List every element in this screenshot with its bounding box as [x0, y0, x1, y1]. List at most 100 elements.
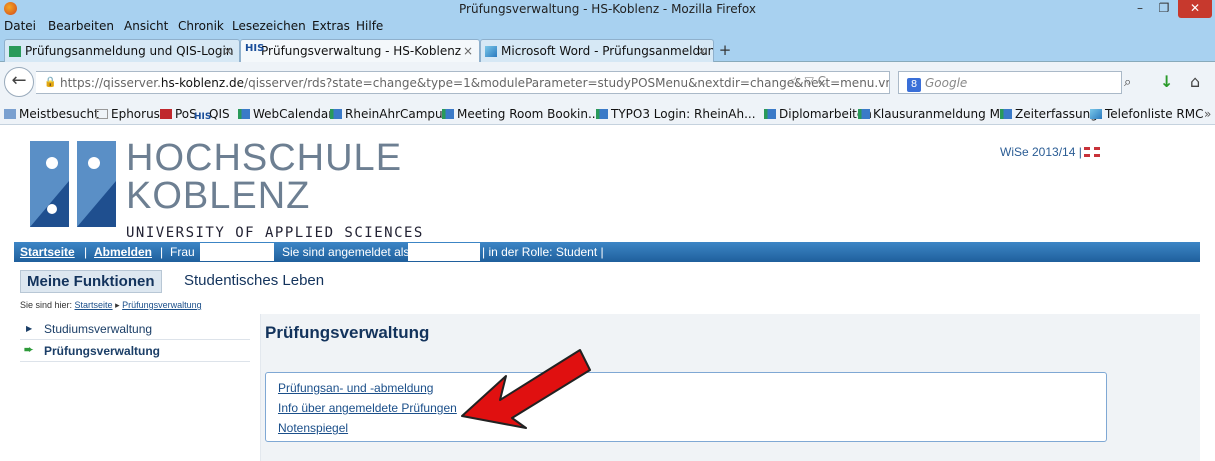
window-title: Prüfungsverwaltung - HS-Koblenz - Mozill…	[459, 2, 756, 16]
bookmark-label: RheinAhrCampus	[345, 107, 449, 121]
role-label: | in der Rolle: Student |	[482, 245, 604, 259]
nav-item-label: Prüfungsverwaltung	[44, 344, 161, 358]
breadcrumb: Sie sind hier: Startseite ▸ Prüfungsverw…	[20, 300, 202, 311]
bookmark-meistbesucht[interactable]: Meistbesucht	[4, 107, 99, 121]
bookmark-icon	[442, 109, 454, 119]
bookmark-star-icon[interactable]: ☆	[790, 74, 801, 88]
nav-item-pruefungsverwaltung[interactable]: ➨ Prüfungsverwaltung	[20, 340, 250, 362]
bookmark-label: TYPO3 Login: RheinAh...	[611, 107, 756, 121]
tab-pruefungsverwaltung[interactable]: HIS Prüfungsverwaltung - HS-Koblenz ×	[240, 39, 480, 62]
url-prefix: https://qisserver.	[60, 76, 161, 90]
bookmark-webcalendar[interactable]: WebCalendar	[238, 107, 333, 121]
menu-chronik[interactable]: Chronik	[178, 19, 224, 33]
tab-word[interactable]: Microsoft Word - Prüfungsanmeldun... ×	[480, 39, 714, 62]
new-tab-button[interactable]: +	[714, 41, 736, 61]
page-content: HOCHSCHULE KOBLENZ UNIVERSITY OF APPLIED…	[0, 126, 1215, 461]
search-placeholder: Google	[925, 76, 968, 90]
his-icon: HIS	[194, 112, 212, 122]
tab-meine-funktionen[interactable]: Meine Funktionen	[20, 270, 162, 293]
uk-flag-icon[interactable]	[1083, 147, 1100, 157]
url-bar[interactable]: 🔒 https://qisserver.hs-koblenz.de/qisser…	[36, 71, 890, 94]
bookmark-pos[interactable]: PoS	[160, 107, 197, 121]
breadcrumb-home-link[interactable]: Startseite	[75, 300, 113, 310]
tab-close-icon[interactable]: ×	[223, 44, 233, 58]
breadcrumb-arrow-icon: ▸	[115, 300, 120, 310]
bookmark-label: Meeting Room Bookin...	[457, 107, 600, 121]
dropdown-icon[interactable]: ▽	[805, 74, 814, 88]
salutation-label: Frau	[170, 245, 195, 259]
bookmarks-overflow-icon[interactable]: »	[1204, 107, 1211, 121]
bookmark-zeiterfassung[interactable]: Zeiterfassung	[1000, 107, 1098, 121]
link-pruefungsan-abmeldung[interactable]: Prüfungsan- und -abmeldung	[278, 381, 433, 395]
bookmark-label: QIS	[209, 107, 230, 121]
bookmark-rheinahrcampus[interactable]: RheinAhrCampus	[330, 107, 449, 121]
home-link[interactable]: Startseite	[20, 245, 75, 259]
home-icon[interactable]: ⌂	[1190, 72, 1200, 91]
logo-mark-icon	[30, 141, 116, 227]
page-icon	[96, 109, 108, 119]
bookmark-meeting-room[interactable]: Meeting Room Bookin...	[442, 107, 599, 121]
logout-link[interactable]: Abmelden	[94, 245, 152, 259]
back-button[interactable]: ←	[4, 67, 34, 97]
bookmark-label: Telefonliste RMC	[1105, 107, 1204, 121]
close-icon[interactable]: ✕	[1178, 0, 1212, 18]
tab-favicon-icon	[9, 46, 21, 57]
menu-lesezeichen[interactable]: Lesezeichen	[232, 19, 306, 33]
bookmark-label: Ephorus	[111, 107, 160, 121]
logo-line-3: UNIVERSITY OF APPLIED SCIENCES	[126, 225, 424, 241]
tab-label: Prüfungsverwaltung - HS-Koblenz	[261, 44, 462, 58]
menu-extras[interactable]: Extras	[312, 19, 350, 33]
navigation-bar: ← 🔒 https://qisserver.hs-koblenz.de/qiss…	[0, 62, 1215, 104]
nav-item-label: Studiumsverwaltung	[44, 322, 153, 336]
menu-bearbeiten[interactable]: Bearbeiten	[48, 19, 114, 33]
bookmark-telefonliste[interactable]: Telefonliste RMC	[1090, 107, 1203, 121]
google-icon: 8	[907, 78, 921, 92]
logged-in-label: Sie sind angemeldet als:	[282, 245, 413, 259]
nav-item-studiumsverwaltung[interactable]: ▶ Studiumsverwaltung	[20, 318, 250, 340]
menu-ansicht[interactable]: Ansicht	[124, 19, 168, 33]
maximize-icon[interactable]: ❐	[1152, 0, 1176, 18]
green-arrow-icon: ➨	[24, 344, 34, 356]
bookmark-icon	[238, 109, 250, 119]
breadcrumb-prefix: Sie sind hier:	[20, 300, 73, 310]
link-info-angemeldete-pruefungen[interactable]: Info über angemeldete Prüfungen	[278, 401, 457, 415]
bookmark-label: WebCalendar	[253, 107, 334, 121]
user-bar: Startseite | Abmelden | Frau Sie sind an…	[14, 242, 1200, 262]
tab-bar: Prüfungsanmeldung und QIS-Login × HIS Pr…	[0, 35, 1215, 62]
download-icon[interactable]: ↓	[1160, 72, 1173, 91]
bookmark-icon	[330, 109, 342, 119]
bookmark-diplomarbeiten[interactable]: Diplomarbeiten	[764, 107, 872, 121]
menu-hilfe[interactable]: Hilfe	[356, 19, 383, 33]
his-favicon-icon: HIS	[245, 43, 265, 54]
reload-icon[interactable]: C	[818, 74, 826, 88]
left-navigation: ▶ Studiumsverwaltung ➨ Prüfungsverwaltun…	[20, 318, 250, 362]
word-icon	[1090, 109, 1102, 119]
bookmark-klausuranmeldung[interactable]: Klausuranmeldung MT	[858, 107, 1007, 121]
main-content-box: Prüfungsverwaltung Prüfungsan- und -abme…	[260, 314, 1200, 461]
search-input[interactable]: 8 Google	[898, 71, 1122, 94]
bookmark-qis[interactable]: HISQIS	[194, 107, 230, 122]
tab-studentisches-leben[interactable]: Studentisches Leben	[184, 272, 324, 289]
bookmark-icon	[596, 109, 608, 119]
menu-datei[interactable]: Datei	[4, 19, 36, 33]
bookmark-icon	[764, 109, 776, 119]
logo-line-1: HOCHSCHULE	[126, 137, 403, 179]
semester-label: WiSe 2013/14 |	[1000, 145, 1100, 159]
bookmark-label: Zeiterfassung	[1015, 107, 1098, 121]
semester-text: WiSe 2013/14 |	[1000, 145, 1082, 159]
breadcrumb-current-link[interactable]: Prüfungsverwaltung	[122, 300, 202, 310]
tab-close-icon[interactable]: ×	[463, 44, 473, 58]
bookmark-icon	[858, 109, 870, 119]
bookmark-ephorus[interactable]: Ephorus	[96, 107, 160, 121]
minimize-icon[interactable]: –	[1128, 0, 1152, 18]
triangle-right-icon: ▶	[26, 324, 33, 333]
tab-qis-login[interactable]: Prüfungsanmeldung und QIS-Login ×	[4, 39, 240, 62]
separator: |	[84, 245, 88, 259]
bookmark-typo3[interactable]: TYPO3 Login: RheinAh...	[596, 107, 756, 121]
tab-close-icon[interactable]: ×	[697, 44, 707, 58]
link-notenspiegel[interactable]: Notenspiegel	[278, 421, 348, 435]
bookmark-label: Klausuranmeldung MT	[873, 107, 1008, 121]
bookmark-label: Meistbesucht	[19, 107, 99, 121]
search-icon[interactable]: ⌕	[1124, 75, 1131, 90]
url-host: hs-koblenz.de	[160, 76, 245, 90]
